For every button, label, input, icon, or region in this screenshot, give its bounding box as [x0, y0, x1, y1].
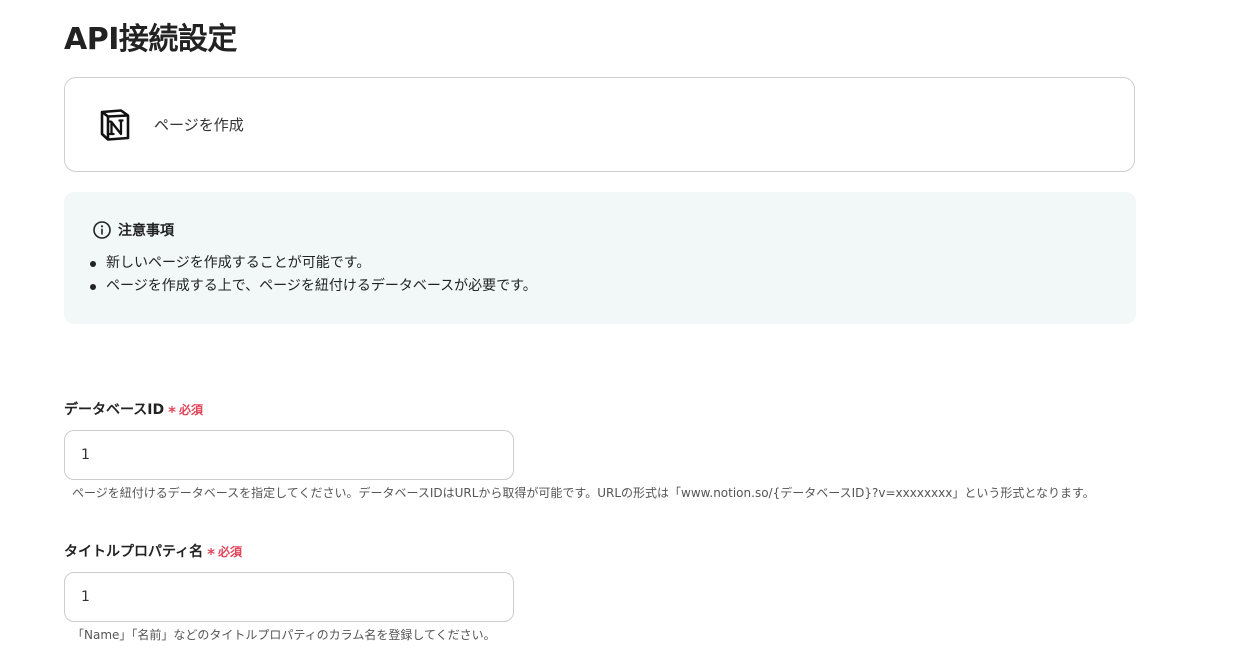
database-id-input[interactable]: [64, 430, 514, 480]
notice-header: 注意事項: [92, 220, 174, 240]
title-property-name-input[interactable]: [64, 572, 514, 622]
notice-box: 注意事項 新しいページを作成することが可能です。 ページを作成する上で、ページを…: [64, 192, 1136, 324]
notice-item: ページを作成する上で、ページを紐付けるデータベースが必要です。: [90, 275, 537, 298]
page-title: API接続設定: [64, 22, 237, 57]
notice-title: 注意事項: [118, 223, 174, 239]
required-asterisk: *: [168, 403, 176, 421]
title-property-name-help-text: 「Name」「名前」などのタイトルプロパティのカラム名を登録してください。: [72, 628, 496, 642]
action-label: ページを作成: [154, 116, 244, 134]
database-id-help-text: ページを紐付けるデータベースを指定してください。データベースIDはURLから取得…: [72, 486, 1095, 500]
required-badge: 必須: [179, 403, 204, 417]
notion-logo-icon: [100, 109, 130, 141]
database-id-label-text: データベースID: [64, 402, 165, 418]
title-property-name-label-text: タイトルプロパティ名: [64, 544, 204, 560]
action-card[interactable]: ページを作成: [64, 77, 1135, 172]
info-circle-icon: [93, 221, 111, 239]
api-connection-settings-page: API接続設定 ページを作成 注意事項 新しいページを作成することが可能です。 …: [0, 0, 1240, 660]
database-id-label: データベースID * 必須: [64, 399, 204, 421]
notice-item: 新しいページを作成することが可能です。: [90, 252, 537, 275]
notice-list: 新しいページを作成することが可能です。 ページを作成する上で、ページを紐付けるデ…: [90, 252, 537, 298]
required-badge: 必須: [218, 545, 243, 559]
title-property-name-label: タイトルプロパティ名 * 必須: [64, 541, 243, 563]
required-asterisk: *: [207, 545, 216, 563]
